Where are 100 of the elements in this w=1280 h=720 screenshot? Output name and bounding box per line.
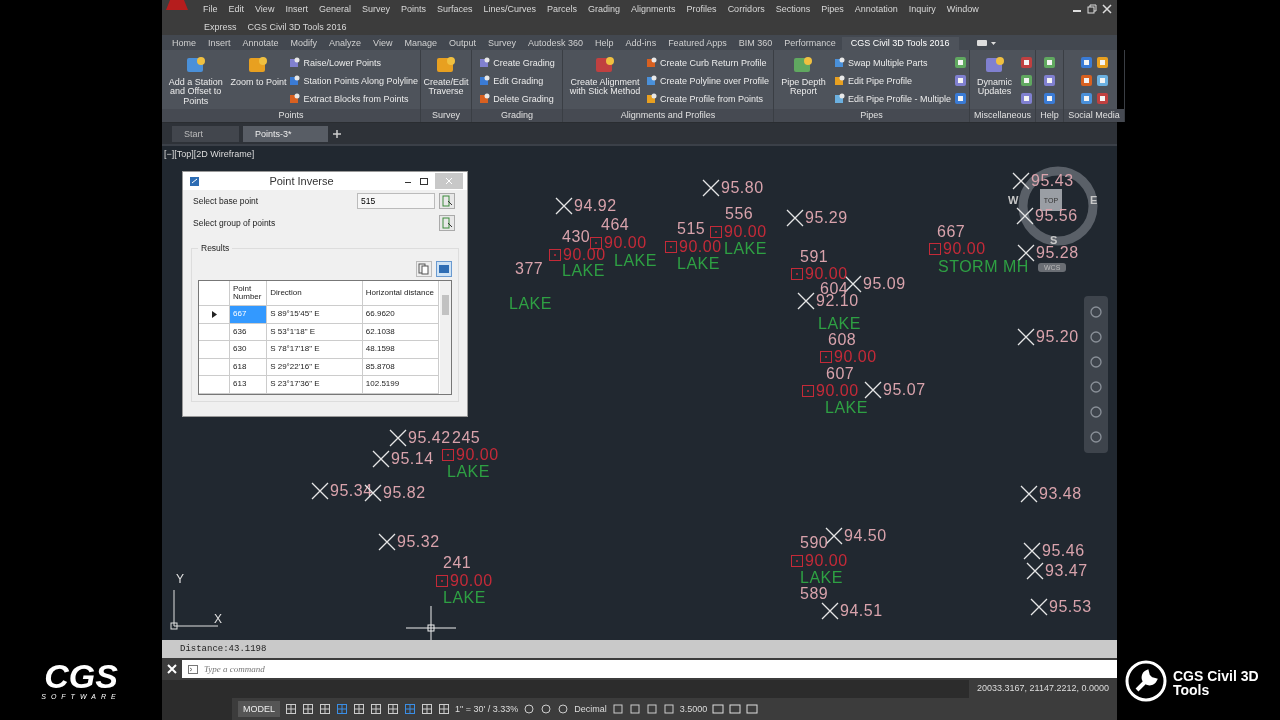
ribbon-button[interactable]: Delete Grading — [479, 89, 555, 108]
status-toggle-icon[interactable] — [421, 703, 433, 715]
menu-item[interactable]: Corridors — [721, 4, 770, 14]
menu-item[interactable]: Alignments — [625, 4, 681, 14]
menu-item[interactable]: Edit — [222, 4, 250, 14]
ribbon-button[interactable]: Station Points Along Polyline — [289, 71, 418, 90]
ribbon-button[interactable]: Create/Edit Traverse — [423, 53, 469, 108]
status-toggle-icon[interactable] — [557, 703, 570, 715]
nav-tool-icon[interactable] — [1089, 379, 1103, 394]
menu-item[interactable]: Inquiry — [902, 4, 941, 14]
file-tab[interactable]: Points-3* — [243, 125, 328, 142]
copy-icon[interactable] — [416, 261, 432, 277]
ribbon-button[interactable]: Dynamic Updates — [972, 53, 1017, 108]
menu-item[interactable]: Annotation — [848, 4, 903, 14]
status-toggle-icon[interactable] — [387, 703, 399, 715]
ribbon-tab[interactable]: BIM 360 — [732, 37, 779, 50]
ribbon-tab[interactable]: Performance — [778, 37, 842, 50]
status-toggle-icon[interactable] — [353, 703, 365, 715]
ribbon-button[interactable]: Pipe Depth Report — [776, 53, 831, 108]
ribbon-tab[interactable]: Modify — [284, 37, 324, 50]
ribbon-tab[interactable]: Output — [443, 37, 483, 50]
status-toggle-icon[interactable] — [662, 703, 675, 715]
nav-tool-icon[interactable] — [1089, 429, 1103, 444]
base-point-field[interactable]: 515 — [357, 193, 435, 209]
new-tab-icon[interactable] — [331, 128, 342, 139]
table-row[interactable]: 636 S 53°1'18" E 62.1038 — [199, 323, 439, 341]
tool-icon[interactable] — [1020, 56, 1033, 69]
ribbon-button[interactable]: Create Alignment with Stick Method — [566, 53, 643, 108]
nav-tool-icon[interactable] — [1089, 355, 1103, 370]
ribbon-button[interactable]: Create Curb Return Profile — [645, 53, 770, 72]
status-toggle-icon[interactable] — [336, 703, 348, 715]
menu-item[interactable]: Profiles — [680, 4, 722, 14]
ribbon-button[interactable]: Edit Pipe Profile - Multiple — [833, 89, 951, 108]
status-toggle-icon[interactable] — [628, 703, 641, 715]
table-row[interactable]: 630 S 78°17'18" E 48.1598 — [199, 341, 439, 359]
ribbon-tab[interactable]: Featured Apps — [662, 37, 733, 50]
ribbon-button[interactable]: Zoom to Point — [230, 53, 287, 108]
elevation-value[interactable]: 3.5000 — [679, 704, 708, 714]
nav-tool-icon[interactable] — [1089, 305, 1103, 320]
ribbon-tab[interactable]: Home — [166, 37, 202, 50]
menu-item[interactable]: Points — [394, 4, 431, 14]
scrollbar[interactable] — [440, 281, 451, 394]
tool-icon[interactable] — [1043, 74, 1056, 87]
menu-item[interactable]: Express — [198, 21, 242, 32]
ribbon-tab[interactable]: Manage — [398, 37, 443, 50]
tool-icon[interactable] — [1043, 92, 1056, 105]
status-toggle-icon[interactable] — [319, 703, 331, 715]
table-row[interactable]: 618 S 29°22'16" E 85.8708 — [199, 358, 439, 376]
ribbon-button[interactable]: Edit Grading — [479, 71, 555, 90]
tool-icon[interactable] — [1079, 92, 1093, 105]
status-toggle-icon[interactable] — [370, 703, 382, 715]
restore-icon[interactable] — [1087, 4, 1097, 14]
column-header[interactable]: Horizontal distance — [362, 281, 439, 305]
menu-item[interactable]: Parcels — [541, 4, 583, 14]
status-toggle-icon[interactable] — [611, 703, 624, 715]
menu-item[interactable]: Insert — [279, 4, 313, 14]
tool-icon[interactable] — [1079, 74, 1093, 87]
menu-item[interactable]: Lines/Curves — [477, 4, 542, 14]
menu-item[interactable]: General — [312, 4, 356, 14]
status-toggle-icon[interactable] — [645, 703, 658, 715]
export-icon[interactable] — [436, 261, 452, 277]
ribbon-tab[interactable]: Insert — [202, 37, 237, 50]
ribbon-tab[interactable]: Autodesk 360 — [522, 37, 590, 50]
drawing-canvas[interactable] — [162, 146, 1117, 640]
menu-item[interactable]: Window — [940, 4, 984, 14]
status-toggle-icon[interactable] — [285, 703, 297, 715]
ribbon-tab[interactable]: Analyze — [323, 37, 368, 50]
menu-item[interactable]: Pipes — [815, 4, 849, 14]
menu-item[interactable]: Surfaces — [430, 4, 478, 14]
tool-icon[interactable] — [1095, 56, 1109, 69]
column-header[interactable]: Point Number — [230, 281, 268, 305]
tool-icon[interactable] — [1095, 92, 1109, 105]
ribbon-button[interactable]: Extract Blocks from Points — [289, 89, 418, 108]
status-toggle-icon[interactable] — [523, 703, 536, 715]
menu-item[interactable]: File — [197, 4, 223, 14]
tool-icon[interactable] — [954, 74, 967, 87]
nav-tool-icon[interactable] — [1089, 404, 1103, 419]
tool-icon[interactable] — [954, 92, 967, 105]
status-toggle-icon[interactable] — [302, 703, 314, 715]
status-toggle-icon[interactable] — [404, 703, 416, 715]
ribbon-button[interactable]: Add a Station and Offset to Points — [164, 53, 228, 108]
table-row[interactable]: 613 S 23°17'36" E 102.5199 — [199, 376, 439, 394]
tool-icon[interactable] — [1079, 56, 1093, 69]
table-row[interactable]: 667 S 89°15'45" E 66.9620 — [199, 306, 439, 324]
ribbon-button[interactable]: Swap Multiple Parts — [833, 53, 951, 72]
column-header[interactable]: Direction — [267, 281, 363, 305]
ribbon-button[interactable]: Create Profile from Points — [645, 89, 770, 108]
file-tab[interactable]: Start — [172, 125, 239, 142]
ribbon-tab[interactable]: Help — [589, 37, 620, 50]
annotation-scale[interactable]: 1" = 30' / 3.33% — [455, 704, 519, 714]
model-button[interactable]: MODEL — [238, 701, 280, 717]
ribbon-tab[interactable]: Survey — [482, 37, 523, 50]
camera-dropdown-icon[interactable] — [976, 39, 997, 47]
tool-icon[interactable] — [1095, 74, 1109, 87]
menu-item[interactable]: Survey — [355, 4, 395, 14]
close-icon[interactable] — [1102, 4, 1112, 14]
ribbon-tab[interactable]: Annotate — [236, 37, 285, 50]
ribbon-button[interactable]: Create Grading — [479, 53, 555, 72]
menu-item[interactable]: Sections — [769, 4, 816, 14]
ribbon-button[interactable]: Raise/Lower Points — [289, 53, 418, 72]
